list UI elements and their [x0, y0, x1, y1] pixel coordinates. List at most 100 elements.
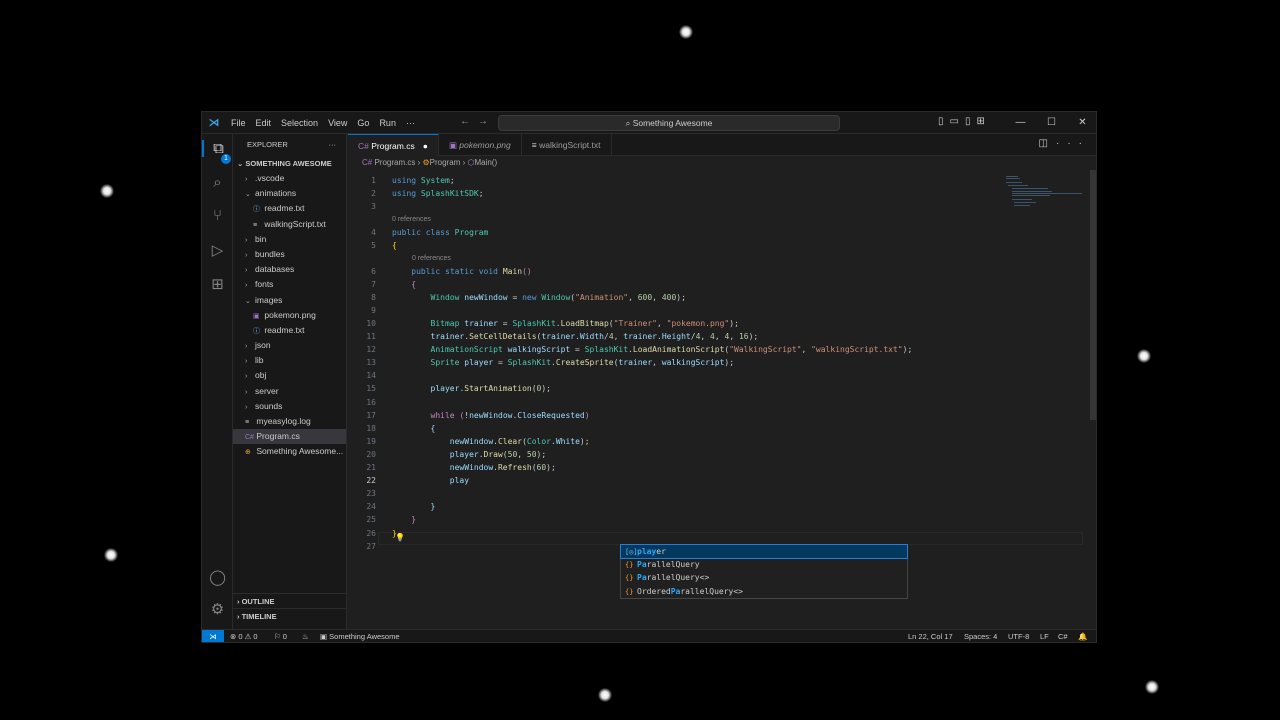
- tree-folder[interactable]: ⌄ animations: [233, 186, 346, 201]
- tree-file[interactable]: ⊕ Something Awesome...: [233, 444, 346, 459]
- indentation[interactable]: Spaces: 4: [964, 630, 997, 642]
- unsaved-dot-icon[interactable]: ●: [423, 141, 428, 151]
- line-number: 15: [366, 384, 376, 394]
- toggle-secondary-sidebar-icon[interactable]: ▯: [965, 116, 977, 127]
- minimap[interactable]: [1004, 174, 1084, 214]
- suggestion-match: Pa: [637, 573, 647, 583]
- tree-file[interactable]: ≡ myeasylog.log: [233, 414, 346, 429]
- minimap-line: [1012, 188, 1048, 189]
- problems-indicator[interactable]: ⊗ 0 ⚠ 0: [230, 630, 258, 642]
- code-token: Sprite: [430, 358, 460, 368]
- customize-layout-icon[interactable]: ⊞: [976, 116, 990, 127]
- notifications-bell-icon[interactable]: 🔔: [1078, 630, 1087, 642]
- tree-file[interactable]: ≡ walkingScript.txt: [233, 217, 346, 232]
- search-view-icon[interactable]: ⌕: [202, 174, 233, 191]
- maximize-button[interactable]: ☐: [1036, 112, 1067, 134]
- menu-item[interactable]: View: [323, 118, 352, 128]
- text-file-icon: ≡: [253, 221, 258, 229]
- encoding[interactable]: UTF-8: [1008, 630, 1029, 642]
- info-file-icon: ⓘ: [253, 206, 260, 214]
- tree-folder[interactable]: › .vscode: [233, 171, 346, 186]
- code-token: public: [411, 266, 441, 276]
- tree-file[interactable]: ▣ pokemon.png: [233, 308, 346, 323]
- outline-section[interactable]: › OUTLINE: [233, 593, 347, 608]
- vertical-scrollbar[interactable]: [1090, 170, 1096, 420]
- suggestion-item[interactable]: {} ParallelQuery: [621, 558, 907, 571]
- more-actions-icon[interactable]: ···: [329, 134, 337, 156]
- code-text: Window newWindow = new Window("Animation…: [392, 291, 686, 304]
- menu-item[interactable]: Go: [352, 118, 374, 128]
- code-lens-references[interactable]: 0 references: [392, 214, 431, 225]
- suggestion-post: rallelQuery: [646, 560, 700, 570]
- end-of-line[interactable]: LF: [1040, 630, 1049, 642]
- cursor-position[interactable]: Ln 22, Col 17: [908, 630, 953, 642]
- tree-folder[interactable]: › json: [233, 338, 346, 353]
- breadcrumb-class[interactable]: Program: [430, 158, 461, 167]
- split-editor-icon[interactable]: ◫: [1039, 138, 1056, 149]
- explorer-icon[interactable]: ⧉ 1: [202, 140, 233, 164]
- menu-item[interactable]: Edit: [251, 118, 277, 128]
- manage-gear-icon[interactable]: ⚙: [202, 600, 233, 618]
- source-control-icon[interactable]: ⑂: [202, 207, 233, 224]
- namespace-icon: {}: [625, 574, 634, 583]
- tree-folder[interactable]: › bundles: [233, 247, 346, 262]
- tree-folder[interactable]: › fonts: [233, 277, 346, 292]
- accounts-icon[interactable]: ◯: [202, 568, 233, 586]
- project-indicator[interactable]: ▣ Something Awesome: [320, 630, 400, 642]
- remote-indicator-icon[interactable]: ⋊: [202, 630, 224, 642]
- code-token: ,: [517, 449, 527, 459]
- line-number: 2: [371, 189, 376, 199]
- flame-icon[interactable]: ♨: [302, 630, 309, 642]
- menu-item[interactable]: Selection: [276, 118, 323, 128]
- suggestion-item[interactable]: [◎]player: [620, 543, 908, 560]
- suggestion-item[interactable]: {} OrderedParallelQuery<>: [621, 585, 907, 598]
- tree-file[interactable]: C# Program.cs: [233, 429, 346, 445]
- menu-item[interactable]: Run: [374, 118, 401, 128]
- tree-folder[interactable]: › obj: [233, 368, 346, 383]
- code-text: Sprite player = SplashKit.CreateSprite(t…: [392, 356, 735, 369]
- suggestion-item[interactable]: {} ParallelQuery<>: [621, 571, 907, 584]
- tree-folder[interactable]: › lib: [233, 353, 346, 368]
- image-file-icon: ▣: [253, 312, 260, 320]
- tree-folder[interactable]: ⌄ images: [233, 293, 346, 308]
- tab-pokemon-png[interactable]: ▣ pokemon.png: [439, 134, 522, 156]
- code-editor[interactable]: 1 using System; 2 using SplashKitSDK; 3 0 ref…: [348, 170, 1096, 629]
- line-number: 16: [366, 397, 376, 407]
- menu-item[interactable]: File: [226, 118, 251, 128]
- breadcrumb-method[interactable]: Main(): [474, 158, 497, 167]
- line-number: 7: [371, 279, 376, 289]
- close-button[interactable]: ✕: [1067, 112, 1096, 134]
- breadcrumb-file[interactable]: Program.cs: [374, 158, 415, 167]
- tab-program-cs[interactable]: C# Program.cs ●: [348, 134, 439, 156]
- extensions-icon[interactable]: ⊞: [202, 275, 233, 293]
- menu-item[interactable]: ···: [401, 118, 420, 128]
- tree-folder[interactable]: › sounds: [233, 399, 346, 414]
- lightbulb-icon[interactable]: 💡: [395, 533, 405, 543]
- command-center-search[interactable]: ⌕ Something Awesome: [498, 115, 840, 131]
- minimap-line: [1008, 185, 1028, 186]
- language-mode[interactable]: C#: [1058, 630, 1068, 642]
- more-actions-icon[interactable]: ···: [1056, 138, 1090, 149]
- line-number: 3: [371, 202, 376, 212]
- timeline-section[interactable]: › TIMELINE: [233, 608, 347, 623]
- toggle-panel-icon[interactable]: ▭: [950, 116, 965, 127]
- tree-file[interactable]: ⓘ readme.txt: [233, 201, 346, 216]
- project-folder-header[interactable]: ⌄ SOMETHING AWESOME: [233, 156, 346, 171]
- tree-folder[interactable]: › bin: [233, 232, 346, 247]
- minimap-line: [1012, 195, 1050, 196]
- toggle-sidebar-icon[interactable]: ▯: [938, 116, 950, 127]
- code-lens-references[interactable]: 0 references: [412, 253, 451, 264]
- code-text: play: [392, 474, 469, 487]
- ports-indicator[interactable]: ⚐ 0: [274, 630, 287, 642]
- tree-folder[interactable]: › server: [233, 384, 346, 399]
- outline-label: OUTLINE: [241, 597, 275, 606]
- layout-controls: ▯▭▯⊞: [938, 116, 991, 127]
- tree-file[interactable]: ⓘ readme.txt: [233, 323, 346, 338]
- forward-arrow-icon[interactable]: →: [478, 116, 496, 127]
- code-token: "Animation": [575, 292, 629, 302]
- tree-folder[interactable]: › databases: [233, 262, 346, 277]
- back-arrow-icon[interactable]: ←: [460, 116, 478, 127]
- run-debug-icon[interactable]: ▷: [202, 241, 233, 259]
- tab-walkingscript-txt[interactable]: ≡ walkingScript.txt: [522, 134, 612, 156]
- minimize-button[interactable]: —: [1005, 112, 1036, 134]
